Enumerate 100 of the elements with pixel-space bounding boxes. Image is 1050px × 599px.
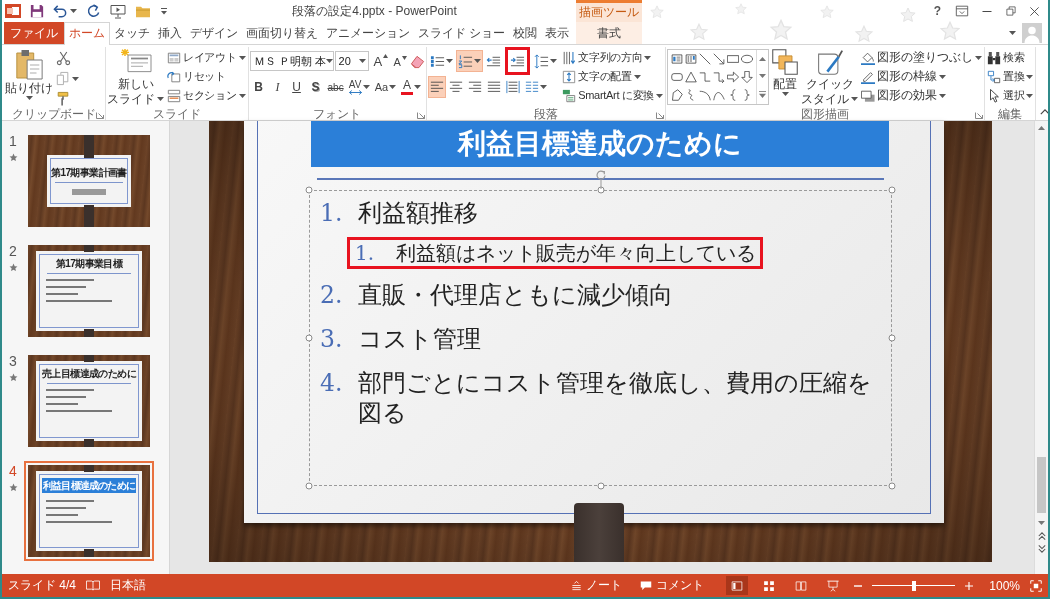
elbow-connector-icon[interactable] bbox=[699, 71, 712, 83]
strikethrough-button[interactable]: abc bbox=[325, 76, 346, 98]
text-box-icon[interactable] bbox=[671, 53, 684, 65]
character-spacing-button[interactable]: AV bbox=[346, 76, 372, 98]
italic-button[interactable]: I bbox=[268, 76, 287, 98]
zoom-out-icon[interactable] bbox=[854, 584, 863, 587]
align-text-button[interactable]: 文字の配置 bbox=[561, 67, 665, 86]
double-chevron-up-icon[interactable] bbox=[1037, 531, 1046, 540]
slide-thumbnail[interactable]: 第17期事業目標 bbox=[24, 241, 154, 341]
font-size-field[interactable]: 20 bbox=[334, 51, 369, 71]
save-icon[interactable] bbox=[30, 4, 44, 18]
dialog-launcher-icon[interactable] bbox=[96, 110, 104, 119]
ribbon-tab[interactable]: タッチ bbox=[110, 22, 154, 44]
customize-menu-icon[interactable] bbox=[160, 6, 168, 16]
vertical-scrollbar[interactable] bbox=[1034, 121, 1048, 574]
replace-button[interactable]: 置換 bbox=[986, 67, 1035, 86]
bold-button[interactable]: B bbox=[249, 76, 268, 98]
numbering-button[interactable] bbox=[456, 50, 484, 72]
more-icon[interactable] bbox=[759, 90, 767, 98]
ribbon-tab[interactable]: ファイル bbox=[4, 22, 64, 44]
vertical-text-box-icon[interactable] bbox=[685, 53, 698, 65]
double-chevron-down-icon[interactable] bbox=[1037, 544, 1046, 553]
shape-fill-button[interactable]: 図形の塗りつぶし bbox=[860, 48, 984, 67]
arc-icon[interactable] bbox=[699, 89, 712, 101]
find-button[interactable]: 検索 bbox=[986, 48, 1035, 67]
fit-to-window-icon[interactable] bbox=[1030, 579, 1042, 592]
triangle-icon[interactable] bbox=[685, 71, 698, 83]
slide-thumbnail[interactable]: 第17期事業計画書 bbox=[24, 131, 154, 231]
align-left-button[interactable] bbox=[428, 76, 447, 98]
right-arrow-icon[interactable] bbox=[727, 71, 740, 83]
ribbon-tab[interactable]: 書式 bbox=[576, 22, 642, 44]
open-book-icon[interactable] bbox=[86, 579, 100, 592]
text-direction-button[interactable]: 文字列の方向 bbox=[561, 48, 665, 67]
scroll-up-icon[interactable] bbox=[759, 56, 767, 61]
help-button[interactable]: ? bbox=[933, 4, 941, 18]
resize-handle[interactable] bbox=[305, 482, 313, 489]
smartart-button[interactable]: SmartArt に変換 bbox=[561, 86, 665, 105]
resize-handle[interactable] bbox=[888, 482, 896, 489]
rectangle-icon[interactable] bbox=[727, 53, 740, 65]
curve-icon[interactable] bbox=[713, 89, 726, 101]
resize-handle[interactable] bbox=[305, 334, 313, 341]
paint-brush-icon[interactable] bbox=[56, 91, 70, 106]
resize-handle[interactable] bbox=[305, 186, 313, 193]
ribbon-tab[interactable]: アニメーション bbox=[322, 22, 414, 44]
grow-font-button[interactable]: A bbox=[371, 50, 391, 72]
redo-icon[interactable] bbox=[86, 3, 101, 19]
section-button[interactable]: セクション bbox=[166, 86, 247, 105]
font-name-field[interactable]: ＭＳ Ｐ明朝 本 bbox=[249, 51, 334, 71]
ribbon-tab[interactable]: ホーム bbox=[64, 22, 110, 45]
zoom-level[interactable]: 100% bbox=[989, 578, 1020, 593]
eraser-icon[interactable] bbox=[410, 53, 426, 69]
scroll-down-icon[interactable] bbox=[1038, 520, 1045, 525]
elbow-arrow-icon[interactable] bbox=[713, 71, 726, 83]
arrow-icon[interactable] bbox=[713, 53, 726, 65]
quick-styles-button[interactable]: クイック スタイル bbox=[801, 47, 859, 106]
resize-handle[interactable] bbox=[888, 186, 896, 193]
close-icon[interactable] bbox=[1029, 5, 1040, 17]
monitor-play-icon[interactable] bbox=[110, 3, 126, 19]
slide-thumbnail[interactable]: 利益目標達成のために bbox=[24, 461, 154, 561]
slide-title[interactable]: 利益目標達成のために bbox=[311, 121, 889, 167]
scrollbar-thumb[interactable] bbox=[1037, 457, 1046, 513]
resize-handle[interactable] bbox=[597, 482, 604, 489]
freeform-icon[interactable] bbox=[671, 89, 684, 101]
underline-button[interactable]: U bbox=[287, 76, 306, 98]
ribbon-tab[interactable]: スライド ショー bbox=[414, 22, 510, 44]
shrink-font-button[interactable]: A bbox=[391, 50, 410, 72]
layout-button[interactable]: レイアウト bbox=[166, 48, 247, 67]
shape-outline-button[interactable]: 図形の枠線 bbox=[860, 67, 984, 86]
down-arrow-icon[interactable] bbox=[741, 71, 754, 83]
text-box-frame[interactable]: 1. 利益額推移 1. 利益額はネット販売が年々向上している 2. 直販・代理店ともに減少傾向 3. コスト管理 4. 部門ごとにコスト管理を徹底し、費用の圧縮を図る bbox=[309, 189, 892, 486]
line-icon[interactable] bbox=[699, 53, 712, 65]
ribbon-tab[interactable]: 挿入 bbox=[154, 22, 186, 44]
resize-handle[interactable] bbox=[888, 334, 896, 341]
undo-icon[interactable] bbox=[53, 3, 68, 19]
shape-effects-button[interactable]: 図形の効果 bbox=[860, 86, 984, 105]
ribbon-tab[interactable]: 校閲 bbox=[509, 22, 542, 44]
language-indicator[interactable]: 日本語 bbox=[110, 577, 146, 594]
notes-button[interactable]: ノート bbox=[567, 577, 627, 594]
ribbon-tab[interactable]: デザイン bbox=[186, 22, 242, 44]
minimize-icon[interactable] bbox=[981, 9, 993, 13]
change-case-button[interactable]: Aa bbox=[372, 76, 399, 98]
comments-button[interactable]: コメント bbox=[636, 577, 709, 594]
select-button[interactable]: 選択 bbox=[986, 86, 1035, 105]
ribbon-tab[interactable]: 画面切り替え bbox=[242, 22, 322, 44]
restore-icon[interactable] bbox=[1005, 5, 1017, 17]
dialog-launcher-icon[interactable] bbox=[417, 110, 426, 119]
slide-thumbnail[interactable]: 売上目標達成のために bbox=[24, 351, 154, 451]
ribbon-tab[interactable]: 表示 bbox=[541, 22, 574, 44]
resize-handle[interactable] bbox=[597, 186, 604, 193]
ribbon-display-options-icon[interactable] bbox=[955, 4, 969, 18]
reset-button[interactable]: リセット bbox=[166, 67, 247, 86]
zoom-slider-thumb[interactable] bbox=[911, 580, 916, 591]
new-slide-button[interactable]: 新しい スライド bbox=[107, 47, 164, 106]
collapse-ribbon-icon[interactable] bbox=[1040, 109, 1048, 115]
font-color-button[interactable]: A bbox=[399, 76, 424, 98]
rotate-handle-icon[interactable] bbox=[594, 169, 607, 189]
scroll-down-icon[interactable] bbox=[759, 73, 767, 78]
scissors-icon[interactable] bbox=[56, 51, 71, 66]
paste-button[interactable]: 貼り付け bbox=[4, 47, 54, 100]
arrange-button[interactable]: 配置 bbox=[771, 47, 800, 96]
